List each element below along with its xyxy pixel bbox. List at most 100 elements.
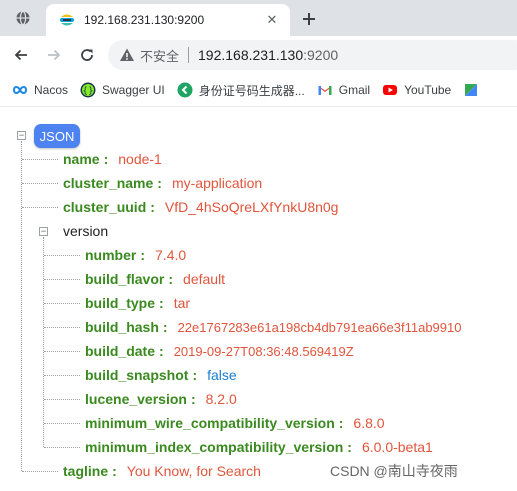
json-key: minimum_wire_compatibility_version xyxy=(85,415,335,431)
json-colon: : xyxy=(192,367,198,383)
youtube-icon xyxy=(383,85,398,95)
gmail-icon xyxy=(318,86,332,95)
json-key: cluster_uuid xyxy=(63,199,147,215)
json-field-cluster-uuid: cluster_uuid: VfD_4hSoQreLXfYnkU8n0g xyxy=(63,195,338,219)
json-colon: : xyxy=(140,247,146,263)
tree-branch xyxy=(22,471,58,472)
json-key: name xyxy=(63,151,100,167)
active-tab[interactable]: 192.168.231.130:9200 ✕ xyxy=(46,4,290,36)
json-value: false xyxy=(207,367,237,383)
svg-text:{}: {} xyxy=(82,87,93,97)
json-field-minimum-index-compatibility-version: minimum_index_compatibility_version:6.0.… xyxy=(85,435,433,459)
json-colon: : xyxy=(159,295,164,311)
tree-branch xyxy=(44,303,80,304)
tab-title: 192.168.231.130:9200 xyxy=(84,13,205,27)
new-tab-button[interactable] xyxy=(298,8,320,30)
json-key: cluster_name xyxy=(63,175,154,191)
maps-icon xyxy=(465,84,478,96)
tree-branch xyxy=(44,255,80,256)
address-bar[interactable]: 不安全 192.168.231.130:9200 xyxy=(108,40,517,70)
back-button[interactable] xyxy=(10,44,32,66)
json-colon: : xyxy=(159,343,164,359)
nacos-icon xyxy=(12,86,28,94)
csdn-watermark: CSDN @南山寺夜雨 xyxy=(330,463,458,479)
json-value: VfD_4hSoQreLXfYnkU8n0g xyxy=(164,199,339,215)
reload-button[interactable] xyxy=(76,44,98,66)
json-colon: : xyxy=(112,463,117,479)
swagger-icon: {} xyxy=(80,82,96,98)
json-colon: : xyxy=(150,199,155,215)
json-field-tagline: tagline: You Know, for Search xyxy=(63,459,261,483)
json-field-build-hash: build_hash:22e1767283e61a198cb4db791ea66… xyxy=(85,315,461,339)
previous-tab[interactable] xyxy=(0,0,46,36)
address-separator xyxy=(188,47,190,63)
bookmark-gmail[interactable]: Gmail xyxy=(311,76,376,104)
json-value: tar xyxy=(173,295,191,311)
tree-guide-version xyxy=(43,237,44,447)
tree-branch xyxy=(44,423,80,424)
url-text[interactable]: 192.168.231.130:9200 xyxy=(198,47,338,63)
json-value: my-application xyxy=(171,175,263,191)
elasticsearch-favicon-icon xyxy=(60,14,74,26)
bookmark-maps[interactable] xyxy=(457,76,491,104)
not-secure-label[interactable]: 不安全 xyxy=(140,46,179,65)
json-value: 2019-09-27T08:36:48.569419Z xyxy=(173,343,354,359)
url-host: 192.168.231.130 xyxy=(198,47,304,63)
json-colon: : xyxy=(190,391,196,407)
tree-branch xyxy=(44,327,80,328)
arrow-right-icon xyxy=(48,49,61,61)
bookmark-idcard-generator[interactable]: 身份证号码生成器... xyxy=(171,76,311,104)
json-object-version[interactable]: version xyxy=(63,219,108,243)
json-field-build-snapshot: build_snapshot: false xyxy=(85,363,237,387)
json-field-build-date: build_date:2019-09-27T08:36:48.569419Z xyxy=(85,339,354,363)
json-colon: : xyxy=(103,151,109,167)
json-field-cluster-name: cluster_name: my-application xyxy=(63,171,262,195)
json-value: node-1 xyxy=(118,151,162,167)
bookmark-label: YouTube xyxy=(404,83,452,97)
json-colon: : xyxy=(157,175,162,191)
json-value: 22e1767283e61a198cb4db791ea66e3f11ab9910 xyxy=(177,319,462,335)
json-key: build_date xyxy=(85,343,156,359)
json-value: You Know, for Search xyxy=(126,463,261,479)
url-port: :9200 xyxy=(303,47,339,63)
json-key: tagline xyxy=(63,463,109,479)
json-field-number: number:7.4.0 xyxy=(85,243,186,267)
json-root-badge[interactable]: JSON xyxy=(34,124,80,148)
tree-branch xyxy=(22,183,58,184)
json-field-build-flavor: build_flavor: default xyxy=(85,267,225,291)
forward-button[interactable] xyxy=(43,44,65,66)
json-value: default xyxy=(183,271,226,287)
bookmark-label: Nacos xyxy=(34,83,69,97)
json-field-lucene-version: lucene_version:8.2.0 xyxy=(85,387,237,411)
json-colon: : xyxy=(338,415,344,431)
globe-icon xyxy=(16,10,30,26)
collapse-root-toggle[interactable]: − xyxy=(17,131,26,140)
warning-triangle-icon xyxy=(120,48,134,61)
bookmarks-bar: Nacos {} Swagger UI 身份证号码生成器... Gmail Yo… xyxy=(0,76,517,104)
json-field-build-type: build_type: tar xyxy=(85,291,190,315)
json-value: 7.4.0 xyxy=(155,247,187,263)
json-value: 8.2.0 xyxy=(205,391,237,407)
idcard-generator-icon xyxy=(177,82,193,98)
json-colon: : xyxy=(347,439,352,455)
close-tab-icon[interactable]: ✕ xyxy=(264,12,280,28)
json-key: number xyxy=(85,247,137,263)
json-key: build_snapshot xyxy=(85,367,189,383)
tree-branch xyxy=(44,375,80,376)
reload-icon xyxy=(81,49,93,61)
json-key: build_flavor xyxy=(85,271,165,287)
tree-guide-root xyxy=(21,141,22,471)
json-key: minimum_index_compatibility_version xyxy=(85,439,344,455)
json-object-key: version xyxy=(63,223,109,239)
bookmark-youtube[interactable]: YouTube xyxy=(376,76,457,104)
bookmark-swagger-ui[interactable]: {} Swagger UI xyxy=(74,76,171,104)
collapse-version-toggle[interactable]: − xyxy=(39,227,48,236)
bookmark-label: Gmail xyxy=(338,83,371,97)
bookmark-label: Swagger UI xyxy=(102,83,165,97)
tree-branch xyxy=(22,159,58,160)
tree-branch xyxy=(22,207,58,208)
tree-branch xyxy=(44,447,80,448)
bookmark-nacos[interactable]: Nacos xyxy=(0,76,74,104)
tree-branch xyxy=(44,279,80,280)
plus-icon xyxy=(303,13,315,25)
